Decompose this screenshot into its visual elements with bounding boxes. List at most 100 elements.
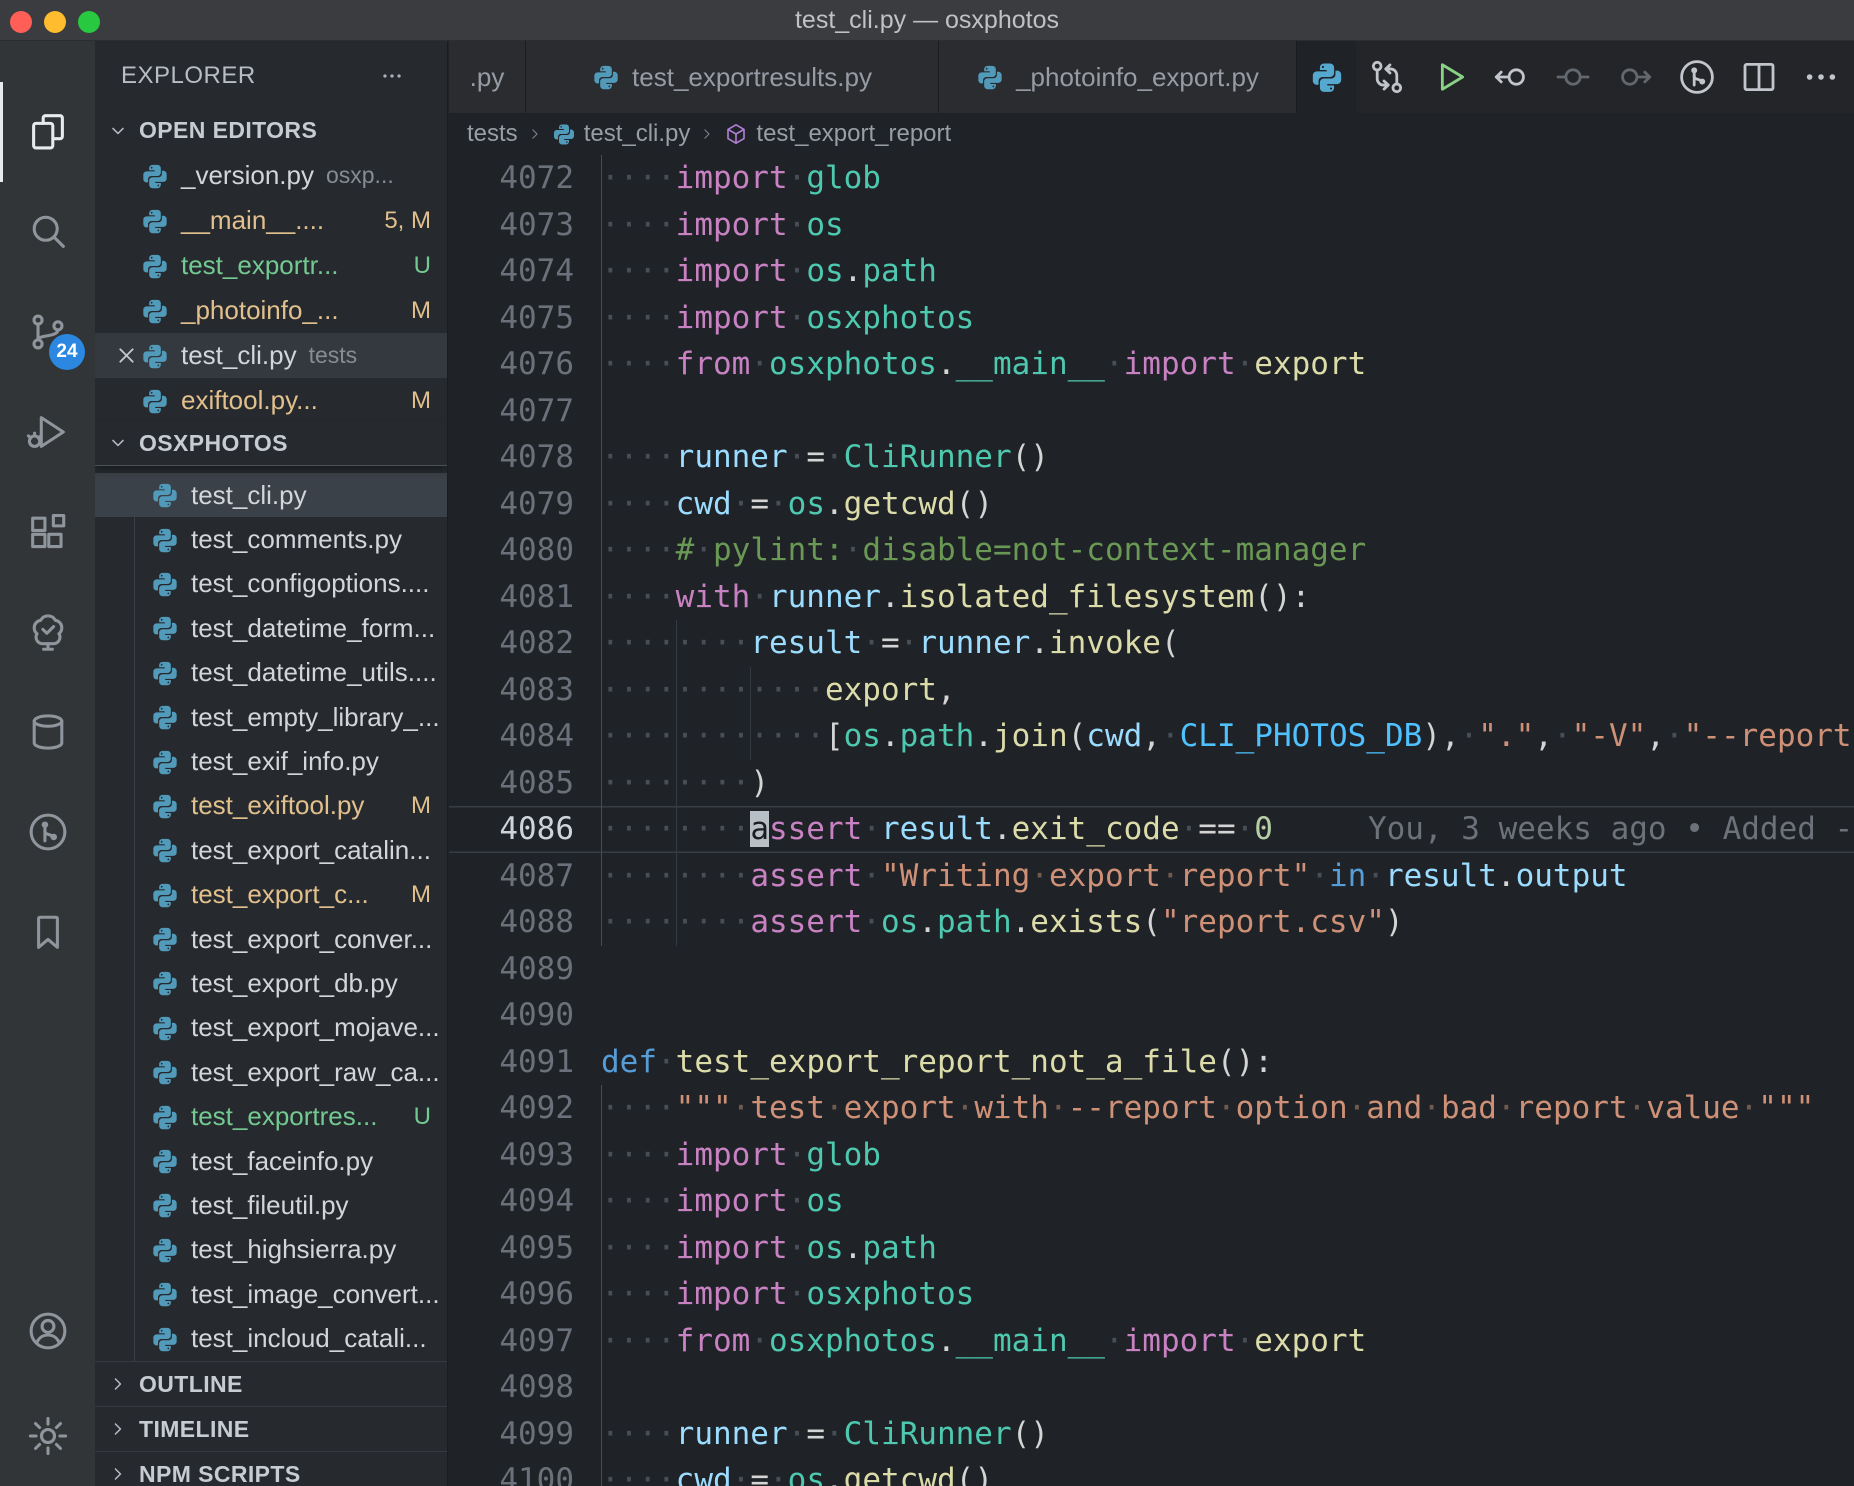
code-line-4078[interactable]: 4078····runner·=·CliRunner(): [449, 434, 1854, 481]
explorer-icon[interactable]: [0, 82, 95, 182]
code-line-4089[interactable]: 4089: [449, 946, 1854, 993]
open-editor-item[interactable]: _photoinfo_...M: [95, 288, 447, 333]
code-line-4088[interactable]: 4088········assert·os.path.exists("repor…: [449, 899, 1854, 946]
code-line-4086[interactable]: 4086········assert·result.exit_code·==·0…: [449, 806, 1854, 853]
line-number[interactable]: 4100: [449, 1457, 601, 1486]
tree-item-test_faceinfopy[interactable]: test_faceinfo.py: [95, 1139, 447, 1183]
code-line-4074[interactable]: 4074····import·os.path: [449, 248, 1854, 295]
line-number[interactable]: 4090: [449, 992, 601, 1039]
test-explorer-icon[interactable]: [0, 582, 95, 682]
search-icon[interactable]: [0, 182, 95, 282]
tree-item-test_commentspy[interactable]: test_comments.py: [95, 517, 447, 561]
line-number[interactable]: 4084: [449, 713, 601, 760]
line-number[interactable]: 4086: [449, 806, 601, 853]
line-number[interactable]: 4082: [449, 620, 601, 667]
code-line-4083[interactable]: 4083············export,: [449, 667, 1854, 714]
line-number[interactable]: 4079: [449, 481, 601, 528]
open-editor-item[interactable]: test_cli.pytests: [95, 333, 447, 378]
line-number[interactable]: 4083: [449, 667, 601, 714]
open-editor-item[interactable]: exiftool.py...M: [95, 378, 447, 423]
line-number[interactable]: 4096: [449, 1271, 601, 1318]
line-number[interactable]: 4092: [449, 1085, 601, 1132]
code-line-4077[interactable]: 4077: [449, 388, 1854, 435]
line-number[interactable]: 4078: [449, 434, 601, 481]
tree-item-test_fileutilpy[interactable]: test_fileutil.py: [95, 1183, 447, 1227]
code-line-4076[interactable]: 4076····from·osxphotos.__main__·import·e…: [449, 341, 1854, 388]
line-number[interactable]: 4077: [449, 388, 601, 435]
code-line-4099[interactable]: 4099····runner·=·CliRunner(): [449, 1411, 1854, 1458]
open-editors-section-header[interactable]: OPEN EDITORS: [95, 108, 447, 153]
project-section-header[interactable]: OSXPHOTOS: [95, 421, 447, 466]
code-line-4093[interactable]: 4093····import·glob: [449, 1132, 1854, 1179]
tree-item-test_exportres[interactable]: test_exportres...U: [95, 1094, 447, 1138]
account-icon[interactable]: [0, 1281, 95, 1381]
record-button[interactable]: [1552, 56, 1594, 98]
line-number[interactable]: 4073: [449, 202, 601, 249]
line-number[interactable]: 4098: [449, 1364, 601, 1411]
line-number[interactable]: 4097: [449, 1318, 601, 1365]
more-actions-button[interactable]: [1800, 56, 1842, 98]
code-line-4100[interactable]: 4100····cwd·=·os.getcwd(): [449, 1457, 1854, 1486]
step-back-button[interactable]: [1490, 56, 1532, 98]
open-editor-item[interactable]: __main__....5, M: [95, 198, 447, 243]
breadcrumb-item-test_export_report[interactable]: test_export_report: [724, 120, 951, 148]
code-line-4081[interactable]: 4081····with·runner.isolated_filesystem(…: [449, 574, 1854, 621]
code-line-4072[interactable]: 4072····import·glob: [449, 155, 1854, 202]
code-line-4091[interactable]: 4091def·test_export_report_not_a_file():: [449, 1039, 1854, 1086]
close-icon[interactable]: [113, 342, 140, 369]
line-number[interactable]: 4075: [449, 295, 601, 342]
tree-item-test_datetime_form[interactable]: test_datetime_form...: [95, 606, 447, 650]
tree-item-test_clipy[interactable]: test_cli.py: [95, 473, 447, 517]
code-line-4082[interactable]: 4082········result·=·runner.invoke(: [449, 620, 1854, 667]
open-changes-button[interactable]: [1366, 56, 1408, 98]
explorer-more-actions-icon[interactable]: [377, 63, 407, 89]
tree-item-test_image_convert[interactable]: test_image_convert...: [95, 1272, 447, 1316]
tree-item-test_export_mojave[interactable]: test_export_mojave...: [95, 1006, 447, 1050]
line-number[interactable]: 4093: [449, 1132, 601, 1179]
line-number[interactable]: 4080: [449, 527, 601, 574]
tree-item-test_export_conver[interactable]: test_export_conver...: [95, 917, 447, 961]
open-editor-item[interactable]: test_exportr...U: [95, 243, 447, 288]
code-line-4090[interactable]: 4090: [449, 992, 1854, 1039]
code-line-4087[interactable]: 4087········assert·"Writing·export·repor…: [449, 853, 1854, 900]
tab-_photoinfo_exportpy[interactable]: _photoinfo_export.py: [939, 41, 1297, 113]
code-line-4095[interactable]: 4095····import·os.path: [449, 1225, 1854, 1272]
code-line-4073[interactable]: 4073····import·os: [449, 202, 1854, 249]
tree-item-test_incloud_catali[interactable]: test_incloud_catali...: [95, 1316, 447, 1360]
bookmarks-icon[interactable]: [0, 882, 95, 982]
line-number[interactable]: 4087: [449, 853, 601, 900]
line-number[interactable]: 4085: [449, 760, 601, 807]
tree-item-test_datetime_utils[interactable]: test_datetime_utils....: [95, 651, 447, 695]
tree-item-test_export_dbpy[interactable]: test_export_db.py: [95, 961, 447, 1005]
sidebar-section-outline[interactable]: OUTLINE: [95, 1361, 447, 1406]
tab-test_exportresultspy[interactable]: test_exportresults.py: [526, 41, 939, 113]
code-line-4096[interactable]: 4096····import·osxphotos: [449, 1271, 1854, 1318]
code-line-4085[interactable]: 4085········): [449, 760, 1854, 807]
line-number[interactable]: 4095: [449, 1225, 601, 1272]
code-line-4084[interactable]: 4084············[os.path.join(cwd,·CLI_P…: [449, 713, 1854, 760]
pinned-tab-test_cli[interactable]: [1297, 41, 1356, 113]
extensions-icon[interactable]: [0, 482, 95, 582]
commit-graph-button[interactable]: [1676, 56, 1718, 98]
tree-item-test_export_c[interactable]: test_export_c...M: [95, 873, 447, 917]
sidebar-section-timeline[interactable]: TIMELINE: [95, 1406, 447, 1451]
open-editor-item[interactable]: _version.pyosxp...: [95, 153, 447, 198]
breadcrumb-item-test_clipy[interactable]: test_cli.py: [552, 120, 691, 148]
tree-item-test_exif_infopy[interactable]: test_exif_info.py: [95, 739, 447, 783]
tree-item-test_highsierrapy[interactable]: test_highsierra.py: [95, 1228, 447, 1272]
split-editor-button[interactable]: [1738, 56, 1780, 98]
code-line-4098[interactable]: 4098: [449, 1364, 1854, 1411]
code-line-4097[interactable]: 4097····from·osxphotos.__main__·import·e…: [449, 1318, 1854, 1365]
code-line-4094[interactable]: 4094····import·os: [449, 1178, 1854, 1225]
line-number[interactable]: 4076: [449, 341, 601, 388]
tree-item-test_empty_library_[interactable]: test_empty_library_...: [95, 695, 447, 739]
settings-gear-icon[interactable]: [0, 1386, 95, 1486]
breadcrumb-item-tests[interactable]: tests: [467, 120, 518, 148]
tree-item-test_exiftoolpy[interactable]: test_exiftool.pyM: [95, 784, 447, 828]
code-line-4079[interactable]: 4079····cwd·=·os.getcwd(): [449, 481, 1854, 528]
sidebar-section-npm-scripts[interactable]: NPM SCRIPTS: [95, 1451, 447, 1486]
run-file-button[interactable]: [1428, 56, 1470, 98]
step-over-button[interactable]: [1614, 56, 1656, 98]
line-number[interactable]: 4088: [449, 899, 601, 946]
line-number[interactable]: 4091: [449, 1039, 601, 1086]
